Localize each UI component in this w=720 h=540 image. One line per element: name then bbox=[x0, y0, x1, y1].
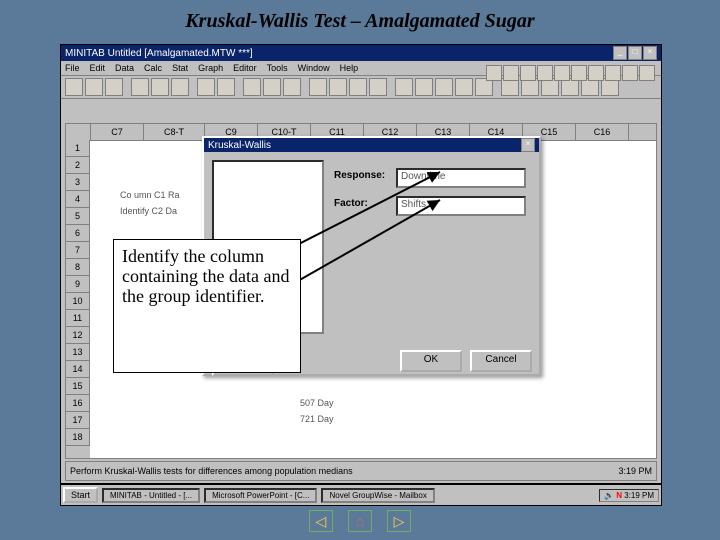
menu-help[interactable]: Help bbox=[340, 63, 359, 73]
factor-input[interactable]: Shifts bbox=[396, 196, 526, 216]
tool-icon[interactable] bbox=[349, 78, 367, 96]
start-button[interactable]: Start bbox=[63, 487, 98, 503]
tool-icon[interactable] bbox=[131, 78, 149, 96]
menu-data[interactable]: Data bbox=[115, 63, 134, 73]
window-buttons[interactable]: _□× bbox=[612, 46, 657, 60]
col-header[interactable]: C16 bbox=[576, 124, 629, 140]
dialog-titlebar[interactable]: Kruskal-Wallis × bbox=[204, 138, 539, 152]
row-header[interactable]: 18 bbox=[66, 429, 90, 446]
app-titlebar[interactable]: MINITAB Untitled [Amalgamated.MTW ***] _… bbox=[61, 45, 661, 61]
slide-nav: ◁ ⌂ ▷ bbox=[0, 510, 720, 532]
tool-icon[interactable] bbox=[369, 78, 387, 96]
slide-title: Kruskal-Wallis Test – Amalgamated Sugar bbox=[0, 10, 720, 33]
mini-toolbar bbox=[485, 65, 655, 81]
nav-next-icon[interactable]: ▷ bbox=[387, 510, 411, 532]
row-header[interactable]: 14 bbox=[66, 361, 90, 378]
cell-text: 721 Day bbox=[300, 414, 334, 424]
response-input[interactable]: Downtime bbox=[396, 168, 526, 188]
tool-icon[interactable] bbox=[85, 78, 103, 96]
row-header[interactable]: 17 bbox=[66, 412, 90, 429]
row-header[interactable]: 2 bbox=[66, 157, 90, 174]
col-header[interactable]: C7 bbox=[91, 124, 144, 140]
taskbar-item[interactable]: Microsoft PowerPoint - [C... bbox=[204, 488, 317, 503]
cell-text: 507 Day bbox=[300, 398, 334, 408]
ok-button[interactable]: OK bbox=[400, 350, 462, 372]
row-header[interactable]: 3 bbox=[66, 174, 90, 191]
menu-tools[interactable]: Tools bbox=[267, 63, 288, 73]
dialog-close-icon[interactable]: × bbox=[521, 138, 535, 152]
status-text: Perform Kruskal-Wallis tests for differe… bbox=[70, 466, 353, 476]
row-header[interactable]: 5 bbox=[66, 208, 90, 225]
tool-icon[interactable] bbox=[105, 78, 123, 96]
close-icon[interactable]: × bbox=[643, 46, 657, 60]
menu-file[interactable]: File bbox=[65, 63, 80, 73]
row-header[interactable]: 11 bbox=[66, 310, 90, 327]
taskbar-item[interactable]: Novel GroupWise - Mailbox bbox=[321, 488, 434, 503]
tool-icon[interactable] bbox=[171, 78, 189, 96]
tool-icon[interactable] bbox=[65, 78, 83, 96]
factor-label: Factor: bbox=[334, 198, 368, 209]
row-headers[interactable]: 1 2 3 4 5 6 7 8 9 10 11 12 13 14 15 16 1… bbox=[66, 140, 90, 458]
row-header[interactable]: 10 bbox=[66, 293, 90, 310]
menu-edit[interactable]: Edit bbox=[90, 63, 106, 73]
minimize-icon[interactable]: _ bbox=[613, 46, 627, 60]
row-header[interactable]: 8 bbox=[66, 259, 90, 276]
nav-home-icon[interactable]: ⌂ bbox=[348, 510, 372, 532]
system-tray[interactable]: 🔊 N 3:19 PM bbox=[599, 489, 659, 502]
row-header[interactable]: 16 bbox=[66, 395, 90, 412]
annotation-callout: Identify the column containing the data … bbox=[113, 239, 301, 373]
taskbar-item[interactable]: MINITAB - Untitled - [... bbox=[102, 488, 200, 503]
tool-icon[interactable] bbox=[243, 78, 261, 96]
row-header[interactable]: 7 bbox=[66, 242, 90, 259]
maximize-icon[interactable]: □ bbox=[628, 46, 642, 60]
nav-back-icon[interactable]: ◁ bbox=[309, 510, 333, 532]
row-header[interactable]: 12 bbox=[66, 327, 90, 344]
tool-icon[interactable] bbox=[263, 78, 281, 96]
row-header[interactable]: 4 bbox=[66, 191, 90, 208]
col-corner[interactable] bbox=[66, 124, 91, 140]
status-bar: Perform Kruskal-Wallis tests for differe… bbox=[65, 461, 657, 481]
menu-graph[interactable]: Graph bbox=[198, 63, 223, 73]
taskbar[interactable]: Start MINITAB - Untitled - [... Microsof… bbox=[60, 484, 662, 506]
tool-icon[interactable] bbox=[217, 78, 235, 96]
dialog-title: Kruskal-Wallis bbox=[208, 140, 271, 151]
tool-icon[interactable] bbox=[283, 78, 301, 96]
menu-stat[interactable]: Stat bbox=[172, 63, 188, 73]
tool-icon[interactable] bbox=[197, 78, 215, 96]
col-header[interactable]: C8-T bbox=[144, 124, 205, 140]
menu-calc[interactable]: Calc bbox=[144, 63, 162, 73]
tool-icon[interactable] bbox=[435, 78, 453, 96]
status-clock: 3:19 PM bbox=[618, 466, 652, 476]
cell-text: Co umn C1 Ra bbox=[120, 190, 180, 200]
row-header[interactable]: 13 bbox=[66, 344, 90, 361]
cell-text: Identify C2 Da bbox=[120, 206, 177, 216]
tool-icon[interactable] bbox=[395, 78, 413, 96]
row-header[interactable]: 1 bbox=[66, 140, 90, 157]
tool-icon[interactable] bbox=[309, 78, 327, 96]
tool-icon[interactable] bbox=[415, 78, 433, 96]
row-header[interactable]: 15 bbox=[66, 378, 90, 395]
cancel-button[interactable]: Cancel bbox=[470, 350, 532, 372]
tool-icon[interactable] bbox=[151, 78, 169, 96]
response-label: Response: bbox=[334, 170, 385, 181]
row-header[interactable]: 6 bbox=[66, 225, 90, 242]
tool-icon[interactable] bbox=[329, 78, 347, 96]
tool-icon[interactable] bbox=[455, 78, 473, 96]
menu-window[interactable]: Window bbox=[298, 63, 330, 73]
menu-editor[interactable]: Editor bbox=[233, 63, 257, 73]
row-header[interactable]: 9 bbox=[66, 276, 90, 293]
app-title-text: MINITAB Untitled [Amalgamated.MTW ***] bbox=[65, 48, 253, 59]
